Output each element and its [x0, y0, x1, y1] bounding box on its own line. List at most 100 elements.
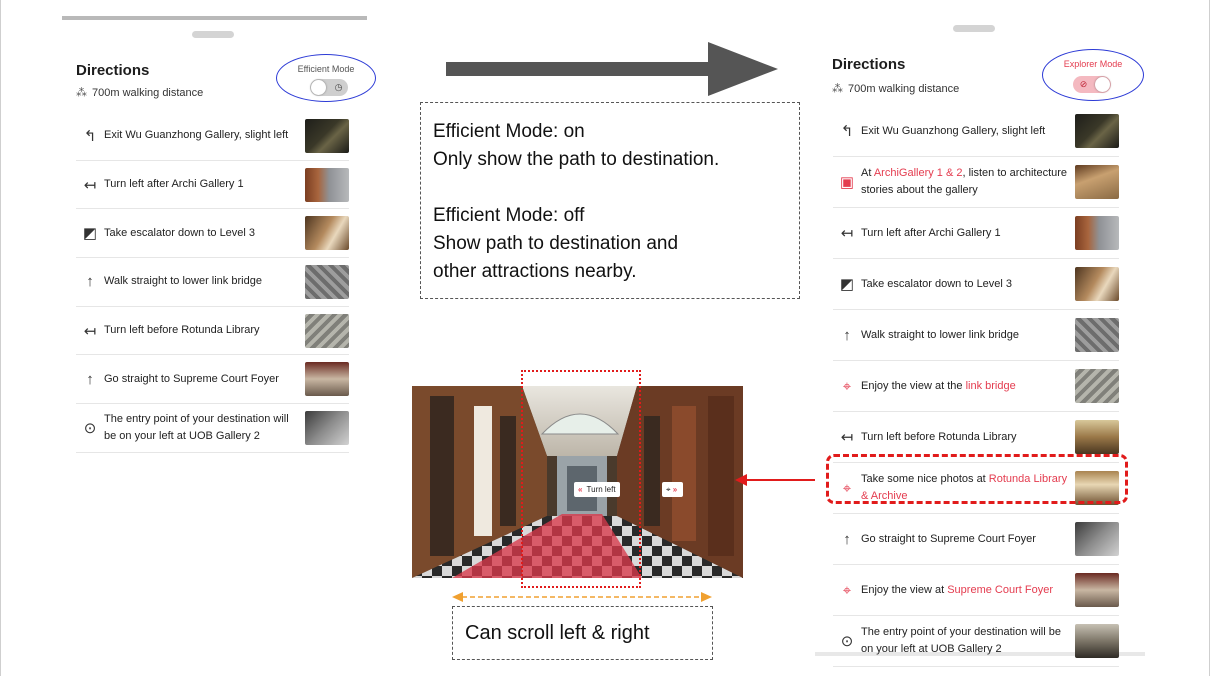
scroll-double-arrow: [452, 592, 712, 602]
direction-step[interactable]: ↰ Exit Wu Guanzhong Gallery, slight left: [833, 106, 1119, 157]
step-text: At ArchiGallery 1 & 2, listen to archite…: [861, 165, 1075, 199]
walking-distance-text: 700m walking distance: [92, 86, 204, 99]
step-text-main: Enjoy the view at: [861, 583, 948, 596]
attraction-step[interactable]: ⌖ Enjoy the view at the link bridge: [833, 361, 1119, 412]
note-line-4: Show path to destination and: [433, 233, 679, 254]
straight-icon: ↑: [843, 326, 851, 344]
step-thumbnail[interactable]: [1075, 420, 1119, 454]
photo-spot-icon: ⌖: [842, 581, 852, 599]
note-line-2: Only show the path to destination.: [433, 149, 720, 170]
direction-step[interactable]: ↤ Turn left after Archi Gallery 1: [76, 161, 349, 210]
direction-step[interactable]: ◩ Take escalator down to Level 3: [833, 259, 1119, 310]
turn-left-icon: ↤: [83, 176, 97, 194]
step-thumbnail[interactable]: [1075, 573, 1119, 607]
toggle-knob: [311, 80, 326, 95]
attraction-link[interactable]: ArchiGallery 1 & 2: [874, 167, 963, 179]
step-thumbnail[interactable]: [1075, 216, 1119, 250]
direction-step[interactable]: ↤ Turn left after Archi Gallery 1: [833, 208, 1119, 259]
location-pin-icon: ⊙: [840, 633, 854, 650]
drag-handle[interactable]: [953, 25, 995, 32]
explorer-mode-panel: Directions ⁂ 700m walking distance Explo…: [815, 16, 1145, 667]
scroll-note-text: Can scroll left & right: [465, 622, 650, 644]
photo-spot-hotspot[interactable]: ⌖ »: [662, 482, 684, 497]
step-text-main: The entry point of your destination will…: [861, 626, 1061, 655]
direction-step[interactable]: ↑ Go straight to Supreme Court Foyer: [76, 355, 349, 405]
step-text: The entry point of your destination will…: [104, 412, 289, 442]
big-right-arrow: [446, 42, 778, 96]
turn-left-icon: ↤: [83, 322, 97, 340]
drag-handle[interactable]: [192, 31, 234, 38]
timer-icon: ◷: [334, 82, 343, 92]
footsteps-icon: ⁂: [76, 87, 87, 99]
attraction-link[interactable]: link bridge: [966, 380, 1016, 392]
direction-step[interactable]: ◩ Take escalator down to Level 3: [76, 209, 349, 259]
directions-title: Directions: [832, 56, 906, 73]
step-text-main: Turn left after Archi Gallery 1: [861, 226, 1001, 239]
step-text: Take escalator down to Level 3: [104, 226, 256, 239]
step-text: Turn left after Archi Gallery 1: [861, 225, 1075, 242]
direction-step[interactable]: ↑ Go straight to Supreme Court Foyer: [833, 514, 1119, 565]
step-text: Walk straight to lower link bridge: [861, 327, 1075, 344]
step-thumbnail[interactable]: [1075, 369, 1119, 403]
step-thumbnail[interactable]: [305, 264, 349, 299]
step-text-main: Turn left before Rotunda Library: [861, 430, 1017, 443]
note-line-5: other attractions nearby.: [433, 261, 637, 282]
directions-title: Directions: [76, 62, 150, 79]
photo-spot-highlight: [826, 454, 1128, 504]
step-text: Take escalator down to Level 3: [861, 276, 1075, 293]
camera-pin-icon: ⌖: [666, 485, 671, 494]
step-thumbnail[interactable]: [1075, 318, 1119, 352]
scroll-note: Can scroll left & right: [452, 606, 713, 660]
step-thumbnail[interactable]: [305, 118, 349, 153]
straight-icon: ↑: [843, 530, 851, 548]
explorer-mode-toggle[interactable]: ⊘: [1073, 76, 1111, 93]
step-text: Go straight to Supreme Court Foyer: [104, 372, 279, 385]
step-thumbnail[interactable]: [1075, 114, 1119, 148]
step-thumbnail[interactable]: [305, 410, 349, 445]
double-chevron-right-icon: »: [672, 485, 678, 494]
mode-label: Efficient Mode: [297, 64, 355, 74]
turn-left-icon: ↤: [840, 429, 854, 446]
walking-distance: ⁂ 700m walking distance: [832, 82, 959, 96]
step-thumbnail[interactable]: [305, 216, 349, 251]
mode-highlight-circle: Explorer Mode ⊘: [1042, 49, 1144, 101]
step-thumbnail[interactable]: [305, 313, 349, 348]
step-thumbnail[interactable]: [305, 362, 349, 397]
direction-step[interactable]: ⊙ The entry point of your destination wil…: [833, 616, 1119, 667]
step-text: Turn left after Archi Gallery 1: [104, 178, 244, 191]
step-text-main: Enjoy the view at the: [861, 379, 966, 392]
direction-step[interactable]: ↑ Walk straight to lower link bridge: [833, 310, 1119, 361]
efficient-mode-toggle[interactable]: ◷: [310, 79, 348, 96]
step-text: Walk straight to lower link bridge: [104, 275, 262, 288]
step-text-main: Walk straight to lower link bridge: [861, 328, 1019, 341]
panel-top-divider: [62, 16, 367, 20]
escalator-icon: ◩: [839, 276, 855, 293]
red-pointer-arrow: [735, 474, 827, 486]
direction-step[interactable]: ↑ Walk straight to lower link bridge: [76, 258, 349, 307]
step-text: Enjoy the view at the link bridge: [861, 378, 1075, 395]
step-text: Enjoy the view at Supreme Court Foyer: [861, 582, 1075, 599]
photo-spot-icon: ⌖: [842, 377, 852, 395]
step-thumbnail[interactable]: [1075, 267, 1119, 301]
escalator-icon: ◩: [82, 225, 98, 243]
attraction-link[interactable]: Supreme Court Foyer: [947, 584, 1053, 596]
attraction-step[interactable]: ⌖ Enjoy the view at Supreme Court Foyer: [833, 565, 1119, 616]
direction-step[interactable]: ⊙ The entry point of your destination wil…: [76, 404, 349, 453]
direction-step[interactable]: ↰ Exit Wu Guanzhong Gallery, slight left: [76, 112, 349, 161]
efficient-mode-panel: Directions ⁂ 700m walking distance Effic…: [62, 16, 376, 456]
mode-explanation-note: Efficient Mode: on Only show the path to…: [420, 102, 800, 299]
slight-left-icon: ↰: [840, 123, 854, 140]
direction-step[interactable]: ↤ Turn left before Rotunda Library: [76, 307, 349, 356]
turn-left-icon: ↤: [840, 225, 854, 242]
step-text-main: Exit Wu Guanzhong Gallery, slight left: [861, 124, 1046, 137]
attraction-step[interactable]: ▣ At ArchiGallery 1 & 2, listen to archit…: [833, 157, 1119, 208]
step-thumbnail[interactable]: [1075, 624, 1119, 658]
straight-icon: ↑: [86, 273, 94, 291]
step-text: The entry point of your destination will…: [861, 624, 1075, 658]
toggle-knob: [1095, 77, 1110, 92]
step-thumbnail[interactable]: [1075, 165, 1119, 199]
step-thumbnail[interactable]: [305, 167, 349, 202]
panorama-focus-highlight: [521, 370, 641, 588]
step-text: Go straight to Supreme Court Foyer: [861, 531, 1075, 548]
step-thumbnail[interactable]: [1075, 522, 1119, 556]
